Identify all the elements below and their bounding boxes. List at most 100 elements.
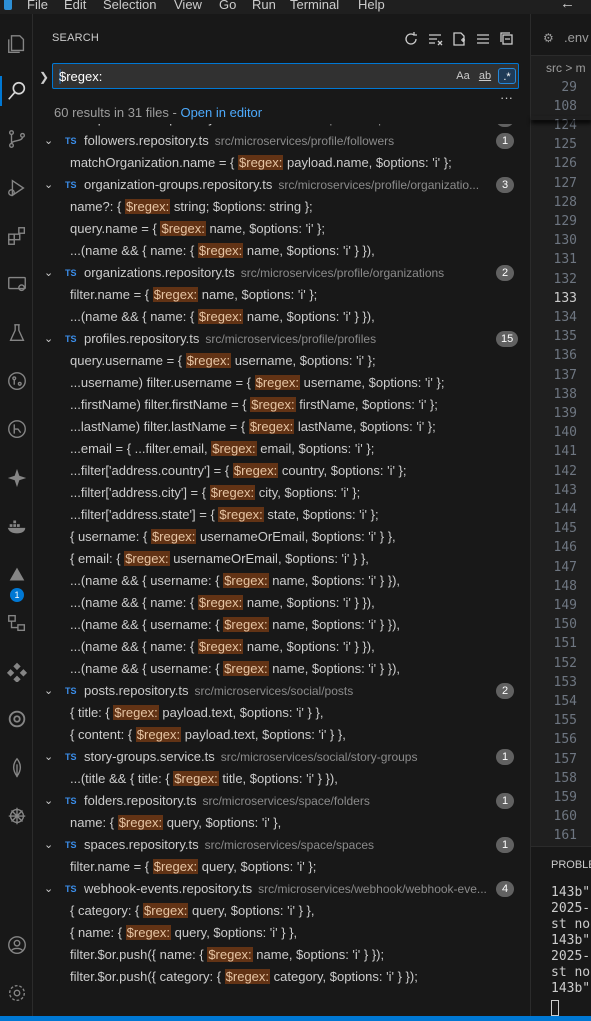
mongodb-icon[interactable] [0, 751, 33, 785]
file-result-row[interactable]: ⌄ TS posts.repository.ts src/microservices/… [33, 680, 530, 702]
match-result-row[interactable]: ...lastName) filter.lastName = { $regex:… [33, 416, 530, 438]
match-prefix: ...filter['address.state'] = { [70, 507, 219, 522]
match-result-row[interactable]: { content: { $regex: payload.text, $opti… [33, 724, 530, 746]
match-result-row[interactable]: ...(name && { username: { $regex: name, … [33, 614, 530, 636]
file-result-row[interactable]: ⌄ TS organizations.repository.ts src/micros… [33, 262, 530, 284]
match-result-row[interactable]: ...(name && { name: { $regex: name, $opt… [33, 240, 530, 262]
match-suffix: name, $options: 'i' } }), [243, 243, 375, 258]
toggle-replace-chevron-icon[interactable]: ❯ [39, 70, 49, 84]
match-result-row[interactable]: filter.name = { $regex: name, $options: … [33, 284, 530, 306]
match-result-row[interactable]: ...filter['address.country'] = { $regex:… [33, 460, 530, 482]
editor-tab[interactable]: ⚙ .env [531, 14, 591, 56]
line-number: 133 [553, 290, 577, 306]
collapse-all-icon[interactable] [499, 31, 517, 47]
match-result-row[interactable]: matchOrganization.name = { $regex: paylo… [33, 152, 530, 174]
match-result-row[interactable]: filter.$or.push({ category: { $regex: ca… [33, 966, 530, 988]
match-result-row[interactable]: ...filter['address.city'] = { $regex: ci… [33, 482, 530, 504]
match-result-row[interactable]: { username: { $regex: usernameOrEmail, $… [33, 526, 530, 548]
regex-toggle[interactable]: .* [498, 68, 516, 84]
match-result-row[interactable]: filter.name = { $regex: query, $options:… [33, 856, 530, 878]
match-case-toggle[interactable]: Aa [454, 68, 472, 84]
match-result-row[interactable]: ...username) filter.username = { $regex:… [33, 372, 530, 394]
manage-gear-icon[interactable] [0, 976, 33, 1010]
menu-go[interactable]: Go [219, 0, 236, 12]
match-prefix: ...filter['address.city'] = { [70, 485, 210, 500]
whole-word-toggle[interactable]: ab [476, 68, 494, 84]
more-options-icon[interactable]: ··· [500, 90, 513, 105]
menu-terminal[interactable]: Terminal [290, 0, 339, 12]
match-result-row[interactable]: name: { $regex: query, $options: 'i' }, [33, 812, 530, 834]
panel-tab-problems[interactable]: PROBLE [551, 859, 591, 871]
file-result-row[interactable]: ⌄ TS profiles.repository.ts src/microservic… [33, 328, 530, 350]
git-graph-icon[interactable] [0, 364, 33, 398]
menu-view[interactable]: View [174, 0, 202, 12]
source-control-icon[interactable] [0, 122, 33, 156]
line-number: 139 [553, 406, 577, 421]
testing-icon[interactable] [0, 316, 33, 350]
file-result-row[interactable]: ⌄ TS organization-groups.repository.ts src/… [33, 174, 530, 196]
new-search-editor-icon[interactable] [451, 31, 469, 47]
match-result-row[interactable]: { email: { $regex: usernameOrEmail, $opt… [33, 548, 530, 570]
file-result-row[interactable]: ⌄ TS folders.repository.ts src/microservice… [33, 790, 530, 812]
helm-icon[interactable] [0, 799, 33, 833]
search-icon[interactable] [0, 74, 33, 108]
match-result-row[interactable]: ...firstName) filter.firstName = { $rege… [33, 394, 530, 416]
chevron-down-icon[interactable]: ⌄ [44, 878, 53, 900]
match-result-row[interactable]: query.name = { $regex: name, $options: '… [33, 218, 530, 240]
chevron-down-icon[interactable]: ⌄ [44, 174, 53, 196]
chevron-down-icon[interactable]: ⌄ [44, 790, 53, 812]
result-count-text: 60 results in 31 files - [54, 105, 181, 120]
clear-results-icon[interactable] [427, 31, 445, 47]
match-result-row[interactable]: { title: { $regex: payload.text, $option… [33, 702, 530, 724]
gitlens-icon[interactable] [0, 412, 33, 446]
file-result-row[interactable]: ⌄ TS story-groups.service.ts src/microservi… [33, 746, 530, 768]
database-icon[interactable] [0, 606, 33, 640]
thunder-client-icon[interactable] [0, 654, 33, 688]
chevron-down-icon[interactable]: ⌄ [44, 746, 53, 768]
file-result-row[interactable]: ⌄ TS spaces.repository.ts src/microservices… [33, 834, 530, 856]
match-suffix: payload.name, $options: 'i' }; [283, 155, 452, 170]
kubernetes-icon[interactable] [0, 558, 33, 592]
match-result-row[interactable]: ...(name && { username: { $regex: name, … [33, 570, 530, 592]
back-arrow-icon[interactable]: ← [560, 0, 575, 12]
breadcrumb[interactable]: src > m [546, 61, 586, 75]
sync-icon[interactable] [0, 702, 33, 736]
match-result-row[interactable]: { category: { $regex: query, $options: '… [33, 900, 530, 922]
match-result-row[interactable]: query.username = { $regex: username, $op… [33, 350, 530, 372]
account-icon[interactable] [0, 928, 33, 962]
explorer-icon[interactable] [0, 27, 33, 61]
menu-run[interactable]: Run [252, 0, 276, 12]
line-number: 156 [553, 732, 577, 748]
chevron-down-icon[interactable]: ⌄ [44, 262, 53, 284]
menu-selection[interactable]: Selection [103, 0, 156, 12]
search-input[interactable] [59, 67, 439, 85]
menu-edit[interactable]: Edit [64, 0, 86, 12]
chevron-down-icon[interactable]: ⌄ [44, 130, 53, 152]
open-in-editor-link[interactable]: Open in editor [180, 105, 262, 120]
match-result-row[interactable]: ...filter['address.state'] = { $regex: s… [33, 504, 530, 526]
chevron-down-icon[interactable]: ⌄ [44, 834, 53, 856]
remote-explorer-icon[interactable] [0, 267, 33, 301]
extensions-icon[interactable] [0, 219, 33, 253]
file-result-row[interactable]: ⌄ TS followers.repository.ts src/microservi… [33, 130, 530, 152]
match-result-row[interactable]: { name: { $regex: query, $options: 'i' }… [33, 922, 530, 944]
view-as-list-icon[interactable] [475, 31, 493, 47]
run-debug-icon[interactable] [0, 171, 33, 205]
match-result-row[interactable]: ...(title && { title: { $regex: title, $… [33, 768, 530, 790]
docker-icon[interactable] [0, 509, 33, 543]
match-result-row[interactable]: ...(name && { username: { $regex: name, … [33, 658, 530, 680]
match-result-row[interactable]: ...(name && { name: { $regex: name, $opt… [33, 636, 530, 658]
match-result-row[interactable]: name?: { $regex: string; $options: strin… [33, 196, 530, 218]
match-prefix: query.username = { [70, 353, 186, 368]
match-result-row[interactable]: ...(name && { name: { $regex: name, $opt… [33, 306, 530, 328]
match-result-row[interactable]: ...email = { ...filter.email, $regex: em… [33, 438, 530, 460]
chevron-down-icon[interactable]: ⌄ [44, 680, 53, 702]
menu-help[interactable]: Help [358, 0, 385, 12]
copilot-icon[interactable] [0, 461, 33, 495]
match-result-row[interactable]: ...(name && { name: { $regex: name, $opt… [33, 592, 530, 614]
match-result-row[interactable]: filter.$or.push({ name: { $regex: name, … [33, 944, 530, 966]
menu-file[interactable]: File [27, 0, 48, 12]
refresh-icon[interactable] [403, 31, 421, 47]
chevron-down-icon[interactable]: ⌄ [44, 328, 53, 350]
file-result-row[interactable]: ⌄ TS webhook-events.repository.ts src/micro… [33, 878, 530, 900]
